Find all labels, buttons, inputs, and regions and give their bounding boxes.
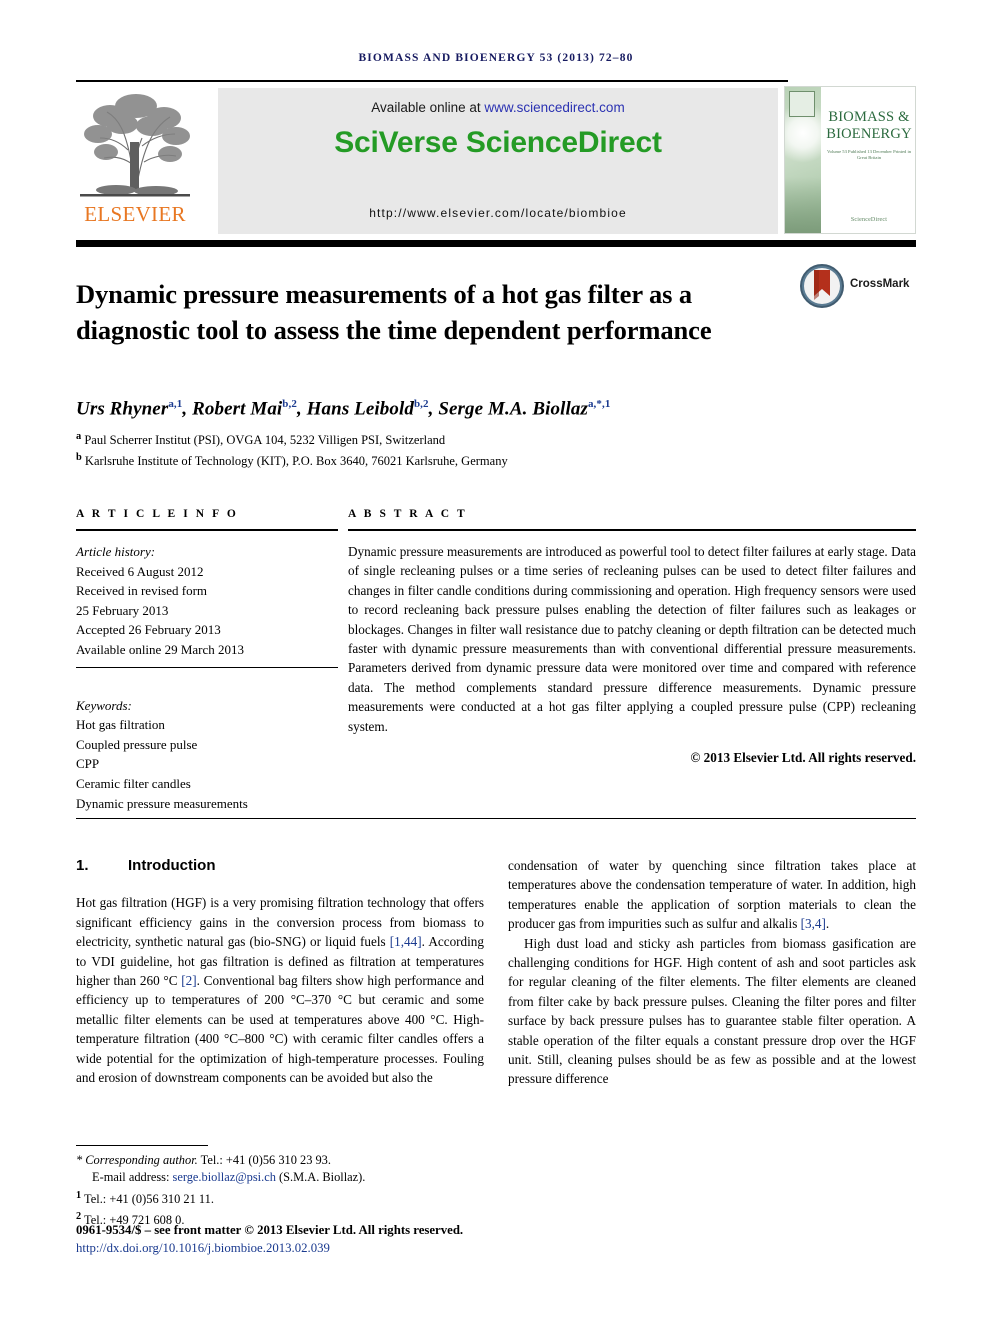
keyword-item: Coupled pressure pulse (76, 736, 198, 752)
journal-cover-image: BIOMASS & BIOENERGY Volume 53 Published … (784, 86, 916, 234)
available-online-line: Available online at www.sciencedirect.co… (218, 100, 778, 115)
cover-title-line2: BIOENERGY (826, 126, 912, 142)
history-item: Available online 29 March 2013 (76, 641, 244, 657)
cover-title-line1: BIOMASS & (828, 109, 910, 125)
crossmark-label: CrossMark (850, 278, 910, 290)
abstract-rule (348, 529, 916, 531)
article-history: Article history: Received 6 August 2012 … (76, 542, 338, 660)
sciencedirect-banner: Available online at www.sciencedirect.co… (218, 88, 778, 234)
sciencedirect-url[interactable]: www.sciencedirect.com (484, 100, 624, 115)
email-link[interactable]: serge.biollaz@psi.ch (173, 1170, 276, 1184)
cover-grass (785, 177, 821, 233)
cover-subtitle: Volume 53 Published 13 December Printed … (826, 149, 912, 160)
keyword-item: Ceramic filter candles (76, 775, 191, 791)
header-divider (76, 80, 788, 82)
affiliation-a: a Paul Scherrer Institut (PSI), OVGA 104… (76, 431, 446, 448)
history-item: Received in revised form (76, 583, 208, 599)
keywords-label: Keywords: (76, 697, 132, 713)
cover-sciencedirect-mark: ScienceDirect (850, 217, 888, 223)
email-suffix: (S.M.A. Biollaz). (275, 1170, 366, 1185)
article-info-heading: A R T I C L E I N F O (76, 508, 239, 520)
abstract-body-divider (76, 818, 916, 819)
section-title: Introduction (128, 857, 216, 874)
cover-elsevier-mark-icon (789, 91, 815, 117)
running-head: BIOMASS AND BIOENERGY 53 (2013) 72–80 (358, 52, 634, 64)
crossmark-icon (800, 264, 844, 308)
footnote-divider (76, 1145, 208, 1146)
paragraph: condensation of water by quenching since… (508, 858, 916, 932)
footnote-email: E-mail address: serge.biollaz@psi.ch (S.… (76, 1169, 496, 1186)
paragraph: High dust load and sticky ash particles … (508, 935, 916, 1087)
issn-front-matter: 0961-9534/$ – see front matter © 2013 El… (76, 1223, 464, 1237)
email-label: E-mail address: (92, 1170, 173, 1185)
keyword-item: Dynamic pressure measurements (76, 795, 248, 811)
footnote-1: 1 Tel.: +41 (0)56 310 21 11. (76, 1189, 214, 1206)
masthead: ELSEVIER Available online at www.science… (76, 86, 916, 236)
keywords-divider (76, 667, 338, 668)
abstract-heading: A B S T R A C T (348, 508, 468, 520)
abstract-copyright: © 2013 Elsevier Ltd. All rights reserved… (690, 750, 916, 766)
footer-meta: 0961-9534/$ – see front matter © 2013 El… (76, 1222, 696, 1257)
abstract-text: Dynamic pressure measurements are introd… (348, 544, 916, 734)
article-info-rule (76, 529, 338, 531)
footnote-section: * Corresponding author. Tel.: +41 (0)56 … (76, 1152, 496, 1230)
elsevier-wordmark: ELSEVIER (84, 202, 186, 226)
affiliation-list: a Paul Scherrer Institut (PSI), OVGA 104… (76, 428, 876, 470)
crossmark-badge[interactable]: CrossMark (800, 264, 916, 310)
keyword-item: CPP (76, 756, 100, 772)
article-history-label: Article history: (76, 544, 156, 559)
section-heading-introduction: 1. Introduction (76, 856, 484, 875)
doi-link[interactable]: http://dx.doi.org/10.1016/j.biombioe.201… (76, 1240, 696, 1258)
elsevier-tree-icon (80, 94, 190, 197)
abstract-section: A B S T R A C T Dynamic pressure measure… (348, 508, 916, 766)
keywords-list: Keywords: Hot gas filtration Coupled pre… (76, 696, 338, 814)
affiliation-b: b Karlsruhe Institute of Technology (KIT… (76, 452, 508, 469)
author-list: Urs Rhynera,1, Robert Maib,2, Hans Leibo… (76, 398, 611, 420)
article-info-section: A R T I C L E I N F O Article history: R… (76, 508, 338, 813)
article-page: BIOMASS AND BIOENERGY 53 (2013) 72–80 EL… (0, 0, 992, 1323)
section-number: 1. (76, 857, 89, 874)
history-item: 25 February 2013 (76, 602, 169, 618)
paragraph: Hot gas filtration (HGF) is a very promi… (76, 895, 484, 1086)
history-item: Received 6 August 2012 (76, 563, 204, 579)
sciverse-sciencedirect-logo: SciVerse ScienceDirect (334, 126, 662, 159)
available-online-prefix: Available online at (371, 100, 485, 115)
footnote-corresponding-author: * Corresponding author. Tel.: +41 (0)56 … (76, 1153, 331, 1167)
masthead-divider (76, 240, 916, 247)
page-title: Dynamic pressure measurements of a hot g… (76, 278, 712, 345)
keyword-item: Hot gas filtration (76, 717, 165, 733)
cover-journal-title: BIOMASS & BIOENERGY (823, 109, 915, 143)
history-item: Accepted 26 February 2013 (76, 622, 221, 638)
body-column-left: 1. Introduction Hot gas filtration (HGF) … (76, 856, 484, 1087)
journal-homepage-url[interactable]: http://www.elsevier.com/locate/biombioe (218, 206, 778, 220)
elsevier-logo: ELSEVIER (76, 86, 194, 236)
body-column-right: condensation of water by quenching since… (508, 856, 916, 1089)
